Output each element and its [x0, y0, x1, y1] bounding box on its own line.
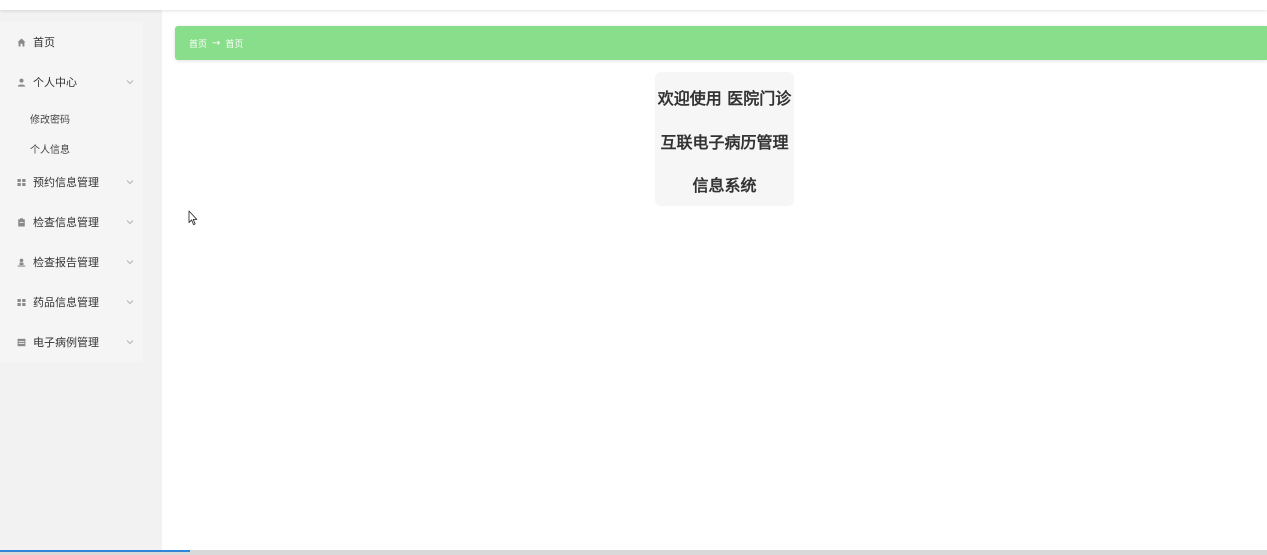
chevron-down-icon [126, 258, 134, 266]
sidebar-item-emr[interactable]: 电子病例管理 [0, 324, 143, 360]
sidebar-item-drug-info[interactable]: 药品信息管理 [0, 284, 143, 320]
home-icon [17, 38, 26, 47]
user-icon [17, 78, 26, 87]
sidebar-item-label: 首页 [33, 36, 55, 49]
sidebar-item-label: 预约信息管理 [33, 176, 99, 189]
bottom-scroll-bar [0, 550, 1267, 555]
mouse-cursor-icon [188, 210, 198, 226]
sidebar-item-label: 个人中心 [33, 76, 77, 89]
sidebar-item-exam-report[interactable]: 检查报告管理 [0, 244, 143, 280]
sidebar-item-personal-center[interactable]: 个人中心 [0, 64, 143, 100]
clipboard-icon [17, 217, 26, 227]
chevron-down-icon [126, 298, 134, 306]
sidebar-subitem-personal-info[interactable]: 个人信息 [0, 134, 143, 162]
sidebar-subitem-label: 个人信息 [30, 144, 70, 156]
sidebar-item-label: 药品信息管理 [33, 296, 99, 309]
sidebar-item-label: 检查报告管理 [33, 256, 99, 269]
chevron-down-icon [126, 338, 134, 346]
breadcrumb-item-home[interactable]: 首页 [189, 37, 207, 50]
sidebar-menu: 首页 个人中心 修改密码 个人信息 预约信息管理 检查信息管理 检查报告管理 药… [0, 22, 143, 362]
sidebar-item-home[interactable]: 首页 [0, 24, 143, 60]
sidebar-subitem-change-password[interactable]: 修改密码 [0, 104, 143, 132]
chevron-down-icon [126, 78, 134, 86]
chevron-down-icon [126, 218, 134, 226]
grid-icon [17, 178, 26, 187]
welcome-card: 欢迎使用 医院门诊 互联电子病历管理 信息系统 [655, 72, 794, 206]
sidebar-item-label: 电子病例管理 [33, 336, 99, 349]
breadcrumb-item-current: 首页 [225, 39, 244, 50]
top-header-strip [0, 0, 1267, 10]
sidebar-subitem-label: 修改密码 [30, 114, 70, 126]
welcome-title-line-3: 信息系统 [692, 176, 757, 195]
chart-icon [17, 338, 26, 347]
sidebar-item-appointment[interactable]: 预约信息管理 [0, 164, 143, 200]
sidebar-item-exam-info[interactable]: 检查信息管理 [0, 204, 143, 240]
grid-icon [17, 298, 26, 307]
welcome-title-line-2: 互联电子病历管理 [660, 133, 789, 152]
breadcrumb: 首页 → 首页 [175, 26, 1267, 60]
sidebar-item-label: 检查信息管理 [33, 216, 99, 229]
loading-progress-bar [0, 550, 190, 552]
chevron-down-icon [126, 178, 134, 186]
breadcrumb-separator: → [212, 37, 221, 49]
person-icon [17, 258, 26, 267]
welcome-title-line-1: 欢迎使用 医院门诊 [657, 89, 792, 108]
